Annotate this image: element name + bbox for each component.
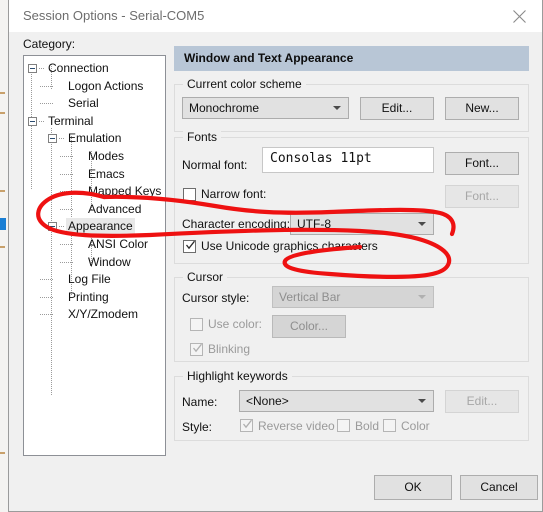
character-encoding-label: Character encoding: bbox=[182, 217, 291, 231]
unicode-graphics-checkbox[interactable] bbox=[183, 240, 196, 253]
reverse-video-label: Reverse video bbox=[258, 419, 335, 433]
close-button[interactable] bbox=[497, 0, 542, 31]
color-scheme-combo[interactable]: Monochrome bbox=[182, 97, 349, 119]
tree-item-label: Log File bbox=[68, 272, 111, 287]
color-scheme-value: Monochrome bbox=[189, 101, 260, 115]
checkmark-icon bbox=[185, 240, 196, 250]
ok-button[interactable]: OK bbox=[374, 475, 452, 500]
character-encoding-combo[interactable]: UTF-8 bbox=[290, 213, 434, 235]
tree-item-label: Logon Actions bbox=[68, 78, 144, 93]
normal-font-field[interactable]: Consolas 11pt bbox=[262, 147, 434, 173]
cursor-group-label: Cursor bbox=[183, 270, 228, 284]
cursor-color-button: Color... bbox=[272, 315, 346, 338]
tree-item-label: Window bbox=[88, 254, 131, 269]
color-scheme-edit-button[interactable]: Edit... bbox=[360, 97, 434, 120]
tree-item-label: Advanced bbox=[88, 201, 142, 216]
color-scheme-new-button[interactable]: New... bbox=[445, 97, 519, 120]
panel-header-title: Window and Text Appearance bbox=[184, 51, 354, 65]
reverse-video-checkbox bbox=[240, 419, 253, 432]
checkmark-icon bbox=[242, 419, 253, 429]
cancel-button[interactable]: Cancel bbox=[460, 475, 538, 500]
narrow-font-checkbox[interactable] bbox=[183, 188, 196, 201]
title-bar: Session Options - Serial-COM5 bbox=[9, 0, 542, 32]
use-color-label: Use color: bbox=[208, 317, 263, 331]
background-window-strip bbox=[0, 0, 8, 512]
tree-item-label: Appearance bbox=[66, 218, 135, 236]
cursor-style-value: Vertical Bar bbox=[279, 290, 341, 304]
checkmark-icon bbox=[192, 343, 203, 353]
tree-item-label: Terminal bbox=[48, 113, 94, 128]
cursor-style-combo: Vertical Bar bbox=[272, 286, 434, 308]
bold-label: Bold bbox=[355, 419, 380, 433]
screenshot-root: Session Options - Serial-COM5 Category: … bbox=[0, 0, 543, 512]
color-label: Color bbox=[401, 419, 430, 433]
use-color-checkbox bbox=[190, 318, 203, 331]
category-label: Category: bbox=[23, 37, 76, 51]
expander-minus-icon[interactable] bbox=[48, 134, 57, 144]
highlight-keywords-group-label: Highlight keywords bbox=[183, 369, 292, 383]
category-tree[interactable]: Connection Logon Actions Serial Terminal Emu… bbox=[23, 55, 166, 456]
session-options-dialog: Session Options - Serial-COM5 Category: … bbox=[8, 0, 543, 512]
cursor-style-label: Cursor style: bbox=[182, 291, 250, 305]
expander-minus-icon[interactable] bbox=[28, 64, 37, 73]
tree-item-label: Mapped Keys bbox=[88, 184, 162, 199]
chevron-down-icon bbox=[418, 222, 426, 226]
chevron-down-icon bbox=[418, 295, 426, 299]
chevron-down-icon bbox=[418, 399, 426, 403]
color-checkbox bbox=[383, 419, 396, 432]
panel-header: Window and Text Appearance bbox=[174, 46, 529, 71]
highlight-name-value: <None> bbox=[246, 394, 289, 408]
tree-item-label: Printing bbox=[68, 289, 109, 304]
normal-font-button[interactable]: Font... bbox=[445, 152, 519, 175]
tree-item-label: Emulation bbox=[68, 131, 122, 146]
tree-item-label: X/Y/Zmodem bbox=[68, 307, 139, 322]
tree-item-label: ANSI Color bbox=[88, 237, 149, 251]
tree-item-label: Modes bbox=[88, 149, 125, 163]
narrow-font-label: Narrow font: bbox=[201, 187, 267, 201]
close-icon bbox=[513, 10, 526, 23]
blinking-checkbox bbox=[190, 343, 203, 356]
character-encoding-value: UTF-8 bbox=[297, 217, 331, 231]
bold-checkbox bbox=[337, 419, 350, 432]
highlight-edit-button: Edit... bbox=[445, 390, 519, 413]
tree-item-label: Connection bbox=[48, 61, 109, 75]
highlight-name-label: Name: bbox=[182, 395, 218, 409]
normal-font-value: Consolas 11pt bbox=[270, 151, 372, 166]
highlight-style-label: Style: bbox=[182, 420, 213, 434]
fonts-group-label: Fonts bbox=[183, 130, 222, 144]
tree-item-label: Serial bbox=[68, 96, 99, 111]
narrow-font-button: Font... bbox=[445, 185, 519, 208]
highlight-name-combo[interactable]: <None> bbox=[239, 390, 434, 412]
tree-item-label: Emacs bbox=[88, 166, 125, 181]
expander-minus-icon[interactable] bbox=[28, 116, 37, 126]
blinking-label: Blinking bbox=[208, 342, 251, 356]
normal-font-label: Normal font: bbox=[182, 158, 248, 172]
expander-minus-icon[interactable] bbox=[48, 222, 57, 232]
color-scheme-group-label: Current color scheme bbox=[183, 77, 306, 91]
chevron-down-icon bbox=[333, 106, 341, 110]
unicode-graphics-label: Use Unicode graphics characters bbox=[201, 239, 378, 253]
window-title: Session Options - Serial-COM5 bbox=[23, 8, 205, 23]
